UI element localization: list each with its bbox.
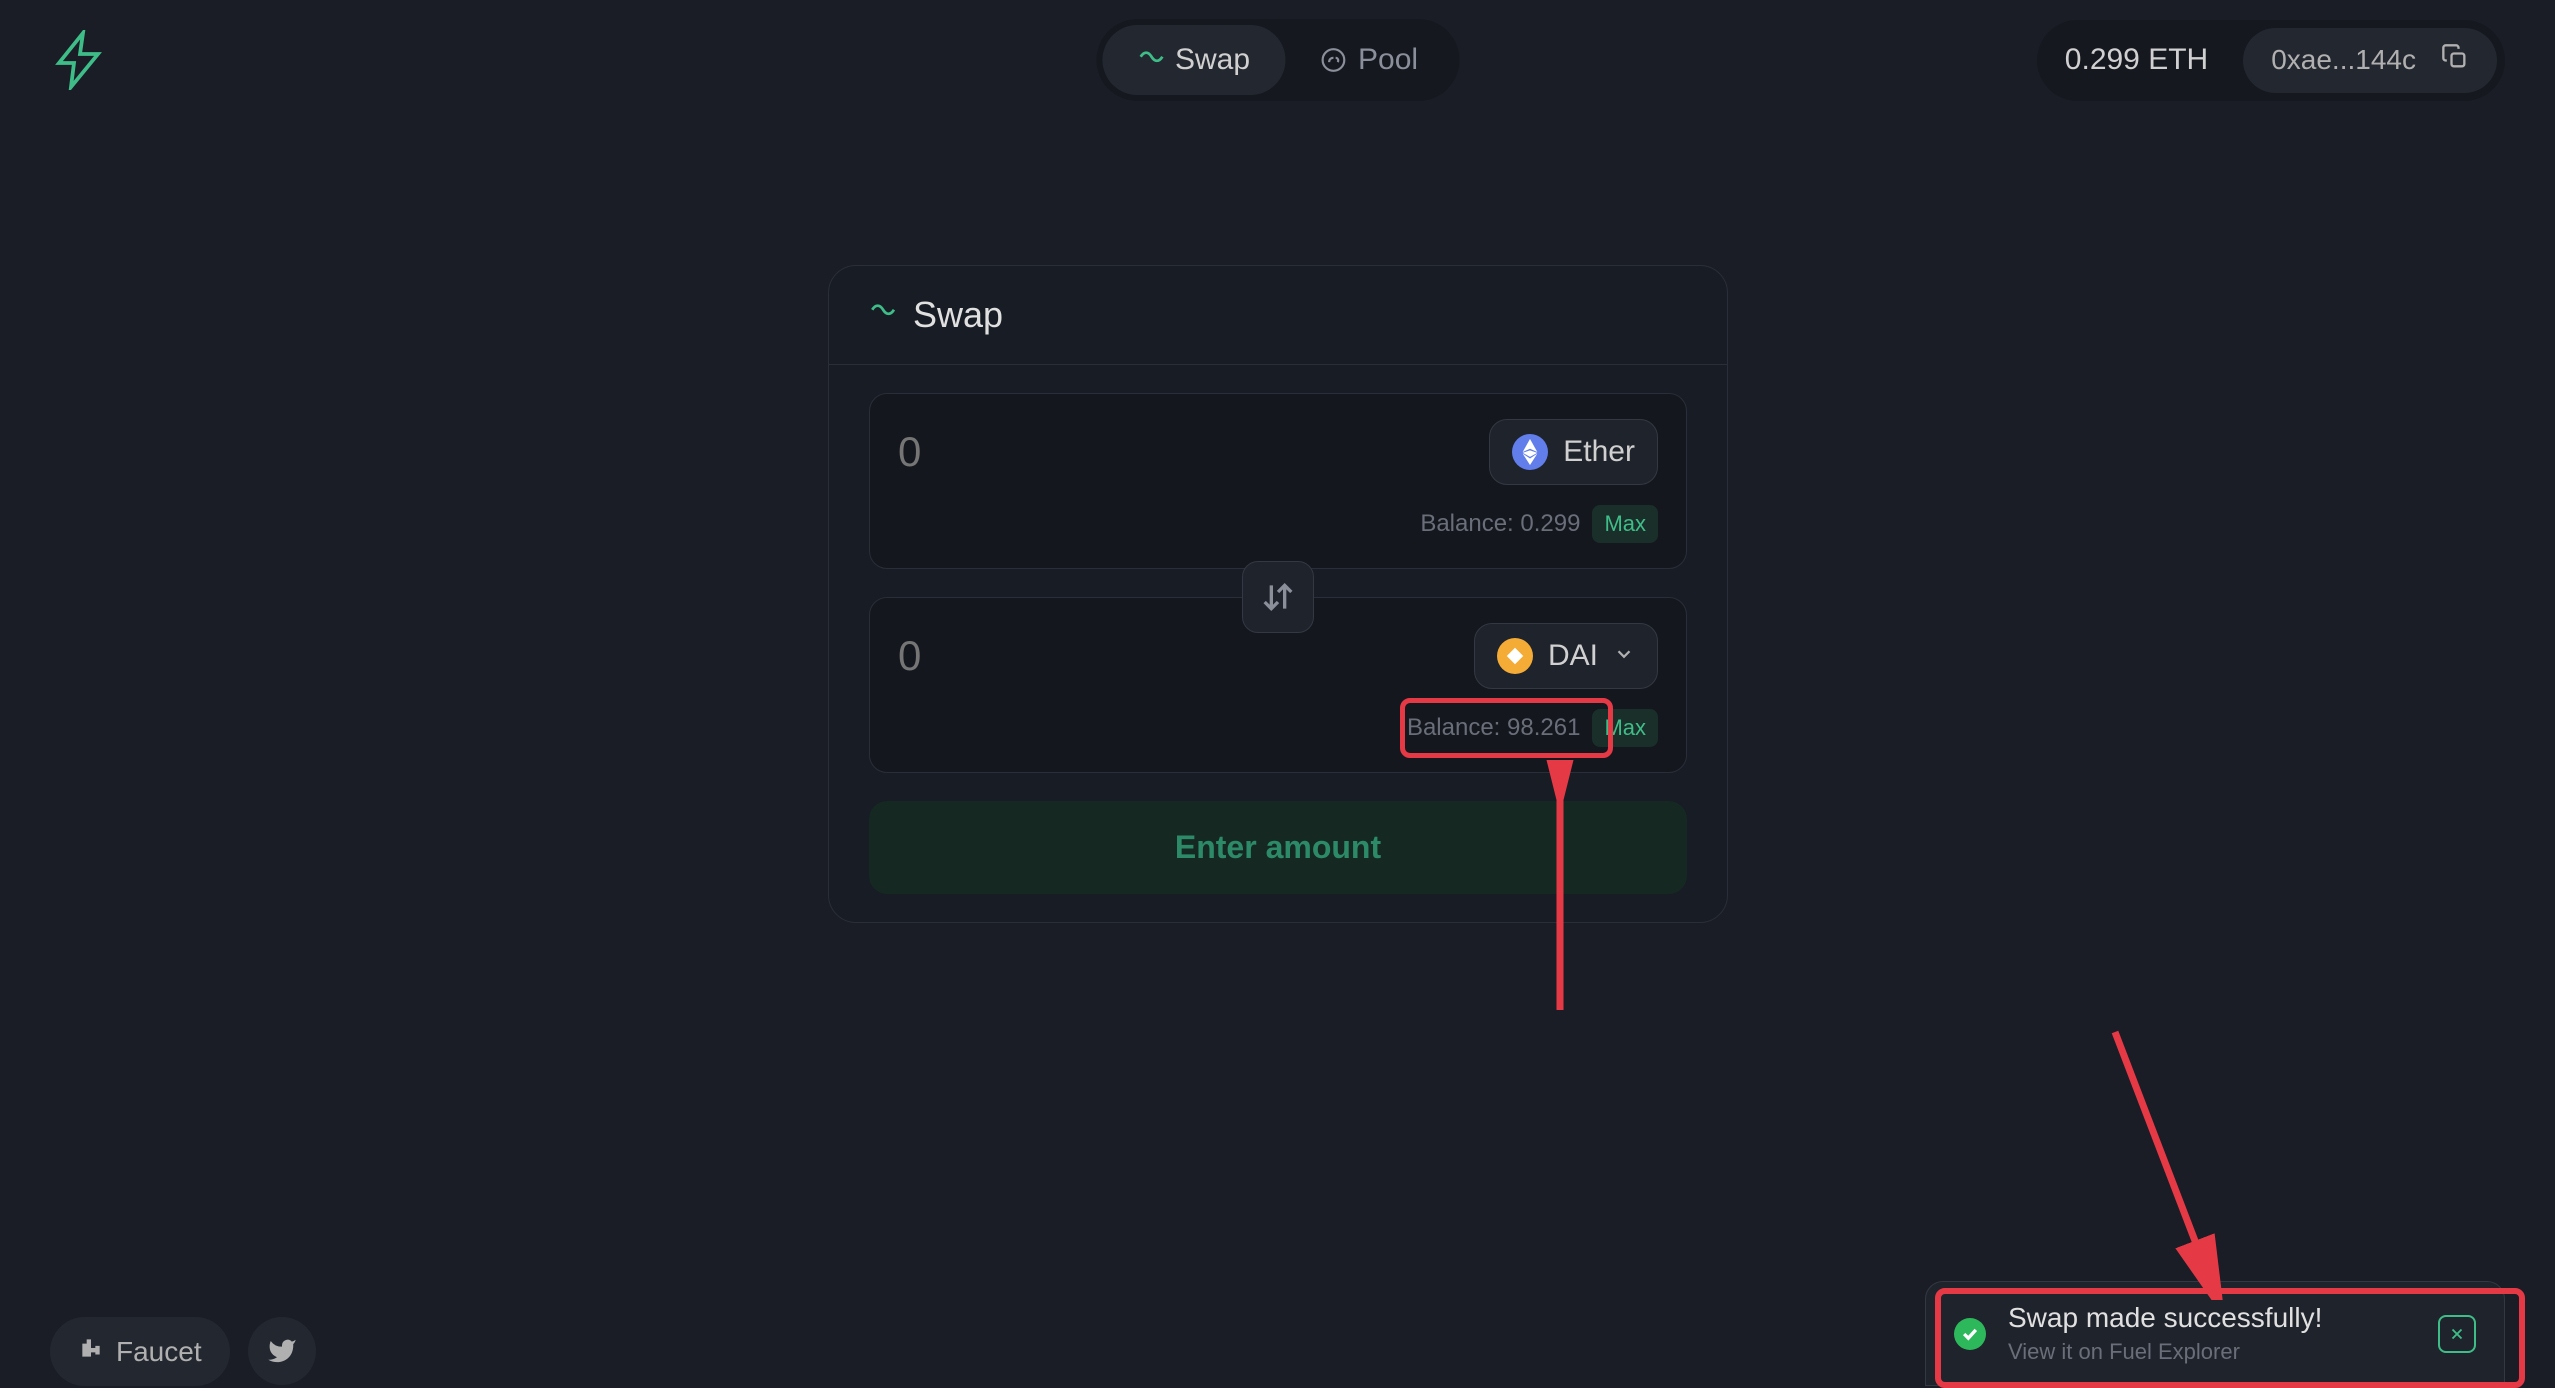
to-balance-label: Balance: 98.261 [1407, 714, 1580, 742]
to-max-button[interactable]: Max [1592, 709, 1658, 747]
check-icon [1954, 1318, 1986, 1350]
to-amount-input[interactable] [898, 632, 1198, 680]
copy-icon[interactable] [2441, 43, 2469, 78]
from-amount-input[interactable] [898, 428, 1198, 476]
wallet-info: 0.299 ETH 0xae...144c [2037, 20, 2505, 101]
toast-subtitle[interactable]: View it on Fuel Explorer [2008, 1339, 2416, 1365]
swap-icon [1137, 47, 1163, 73]
switch-direction-button[interactable] [1242, 561, 1314, 633]
app-logo[interactable] [50, 30, 110, 90]
nav-tab-pool[interactable]: Pool [1285, 25, 1453, 95]
swap-card: Swap Ether Balance: 0.299 Max [828, 265, 1728, 923]
card-title: Swap [913, 294, 1003, 336]
from-balance-label: Balance: 0.299 [1420, 510, 1580, 538]
swap-arrows-icon [1258, 577, 1298, 617]
footer: Faucet [50, 1317, 316, 1386]
to-token-selector[interactable]: DAI [1474, 623, 1658, 689]
swap-from-box: Ether Balance: 0.299 Max [869, 393, 1687, 569]
to-token-name: DAI [1548, 639, 1598, 673]
faucet-icon [78, 1335, 104, 1368]
toast-content: Swap made successfully! View it on Fuel … [2008, 1302, 2416, 1365]
annotation-arrow-2 [2080, 1020, 2260, 1300]
pool-icon [1320, 47, 1346, 73]
dai-icon [1497, 638, 1533, 674]
twitter-icon [267, 1336, 297, 1366]
toast-close-button[interactable] [2438, 1315, 2476, 1353]
faucet-label: Faucet [116, 1336, 202, 1368]
close-icon [2448, 1325, 2466, 1343]
from-token-selector[interactable]: Ether [1489, 419, 1658, 485]
from-max-button[interactable]: Max [1592, 505, 1658, 543]
wallet-balance: 0.299 ETH [2045, 33, 2228, 87]
success-toast: Swap made successfully! View it on Fuel … [1925, 1281, 2505, 1386]
nav-tab-swap[interactable]: Swap [1102, 25, 1285, 95]
wallet-address: 0xae...144c [2271, 44, 2416, 76]
lightning-icon [50, 30, 110, 90]
chevron-down-icon [1613, 643, 1635, 670]
submit-button[interactable]: Enter amount [869, 801, 1687, 894]
from-token-name: Ether [1563, 435, 1635, 469]
nav-tab-swap-label: Swap [1175, 43, 1250, 77]
swap-title-icon [869, 300, 895, 331]
nav-tab-pool-label: Pool [1358, 43, 1418, 77]
card-body: Ether Balance: 0.299 Max [829, 365, 1727, 922]
ether-icon [1512, 434, 1548, 470]
card-header: Swap [829, 266, 1727, 365]
nav-tabs: Swap Pool [1096, 19, 1459, 101]
header: Swap Pool 0.299 ETH 0xae...144c [0, 0, 2555, 120]
faucet-button[interactable]: Faucet [50, 1317, 230, 1386]
twitter-button[interactable] [248, 1317, 316, 1385]
wallet-address-badge[interactable]: 0xae...144c [2243, 28, 2497, 93]
toast-title: Swap made successfully! [2008, 1302, 2416, 1334]
